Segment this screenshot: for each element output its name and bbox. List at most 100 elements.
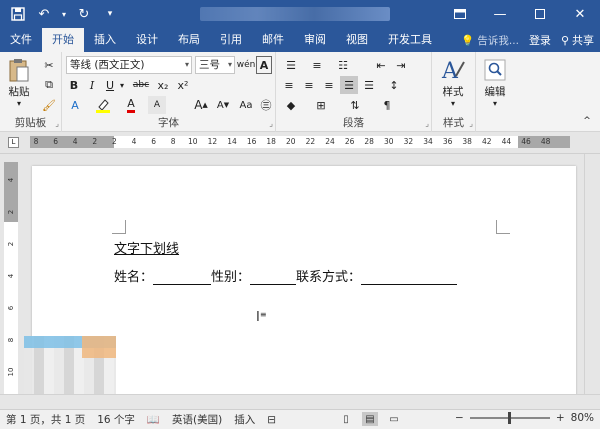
copy-icon[interactable]: ⧉ [40,76,58,94]
undo-icon[interactable]: ↶ [34,4,54,24]
tab-mailings[interactable]: 邮件 [252,28,294,52]
ribbon-display-icon[interactable] [440,0,480,28]
tab-file[interactable]: 文件 [0,28,42,52]
insert-mode[interactable]: 插入 [228,412,261,427]
tab-review[interactable]: 审阅 [294,28,336,52]
tab-view[interactable]: 视图 [336,28,378,52]
ruler-tick-label: 2 [92,137,98,146]
font-size-select[interactable]: 三号 ▾ [195,56,235,74]
vertical-scrollbar[interactable] [584,154,600,394]
minimize-icon[interactable]: — [480,0,520,28]
zoom-slider[interactable] [469,412,550,424]
shrink-font-button[interactable]: A ▼ [214,96,232,114]
character-shading-button[interactable]: A [148,96,166,114]
share-button[interactable]: ⚲ 共享 [561,32,594,48]
launcher-icon[interactable]: ⌟ [425,119,429,128]
paste-button[interactable]: 粘贴 ▾ [6,56,32,108]
increase-indent-icon[interactable]: ⇥ [392,56,410,74]
align-right-icon[interactable]: ≡ [320,76,338,94]
align-center-icon[interactable]: ≡ [300,76,318,94]
ruler-tick-label: 8 [33,137,39,146]
change-case-button[interactable]: Aa [236,96,256,114]
horizontal-ruler[interactable]: 8 6 4 2 2 4 6 8 10 12 14 16 18 20 22 24 26 28 30 32 34 36 38 42… [30,136,570,148]
chevron-down-icon: ▾ [184,60,189,69]
enclose-characters-icon[interactable]: ㊂ [258,96,274,114]
multilevel-list-icon[interactable]: ☷ [332,56,354,74]
ruler-tick-label: 34 [423,137,433,146]
format-painter-icon[interactable]: 🖌 [40,96,58,114]
vertical-ruler-tick-label: 10 [7,367,15,377]
underline-button[interactable]: U [102,76,118,94]
sort-icon[interactable]: ⇅ [344,96,366,114]
launcher-icon[interactable]: ⌟ [469,119,473,128]
contact-label: 联系方式： [296,270,362,285]
tab-references[interactable]: 引用 [210,28,252,52]
maximize-icon[interactable] [520,0,560,28]
ruler-tick-label: 14 [227,137,237,146]
distributed-icon[interactable]: ☰ [360,76,378,94]
page-count[interactable]: 第 1 页，共 1 页 [0,412,91,427]
close-icon[interactable]: ✕ [560,0,600,28]
chevron-down-icon: ▾ [227,60,232,69]
zoom-level[interactable]: 80% [571,412,594,424]
bold-button[interactable]: B [66,76,82,94]
character-border-button[interactable]: A [256,56,272,74]
launcher-icon[interactable]: ⌟ [269,119,273,128]
styles-button[interactable]: A 样式 ▾ [440,56,466,108]
chevron-down-icon[interactable]: ▾ [60,4,68,24]
language[interactable]: 英语(美国) [166,412,228,427]
numbering-icon[interactable]: ≡ [306,56,328,74]
vertical-ruler-tick-label: 4 [7,177,15,183]
shading-icon[interactable]: ◆ [280,96,302,114]
word-count[interactable]: 16 个字 [91,412,141,427]
italic-button[interactable]: I [84,76,100,94]
strikethrough-button[interactable]: abc [130,76,152,94]
chevron-down-icon: ▾ [16,99,21,108]
grow-font-button[interactable]: A ▲ [192,96,210,114]
decrease-indent-icon[interactable]: ⇤ [372,56,390,74]
window-title-blurred [200,7,390,21]
vertical-ruler[interactable]: 4 2 2 4 6 8 10 [4,162,18,402]
horizontal-scrollbar[interactable] [0,394,600,409]
proofing-icon[interactable]: 📖 [141,413,166,426]
tab-design[interactable]: 设计 [126,28,168,52]
subscript-button[interactable]: x₂ [154,76,172,94]
line-spacing-icon[interactable]: ↕ [384,76,404,94]
zoom-in-button[interactable]: + [556,412,565,424]
editing-button[interactable]: 编辑 ▾ [482,56,508,108]
customize-qat-icon[interactable]: ▾ [100,4,120,24]
tab-insert[interactable]: 插入 [84,28,126,52]
tab-layout[interactable]: 布局 [168,28,210,52]
group-label-font: 字体 [158,117,179,129]
tab-selector-icon[interactable]: L [8,137,19,148]
redo-icon[interactable]: ↻ [74,4,94,24]
ruler-tick-label: 44 [501,137,512,146]
web-layout-icon[interactable]: ▭ [386,412,402,426]
show-marks-icon[interactable]: ¶ [376,96,398,114]
chevron-down-icon[interactable]: ▾ [118,76,126,94]
macro-icon[interactable]: ⊟ [261,414,282,426]
text-effects-icon[interactable]: A [66,96,84,114]
launcher-icon[interactable]: ⌟ [55,119,59,128]
read-mode-icon[interactable]: ▯ [338,412,354,426]
vertical-ruler-tick-label: 4 [7,273,15,279]
align-left-icon[interactable]: ≡ [280,76,298,94]
highlight-icon[interactable] [94,96,112,114]
superscript-button[interactable]: x² [174,76,192,94]
crop-mark [496,220,510,234]
tab-developer[interactable]: 开发工具 [378,28,442,52]
collapse-ribbon-icon[interactable]: ^ [580,112,594,130]
bullets-icon[interactable]: ☰ [280,56,302,74]
login-link[interactable]: 登录 [529,32,551,48]
font-color-button[interactable]: A [122,96,140,114]
borders-icon[interactable]: ⊞ [310,96,332,114]
save-icon[interactable] [8,4,28,24]
cut-icon[interactable]: ✂ [40,56,58,74]
phonetic-guide-button[interactable]: wén [237,56,256,74]
tell-me-search[interactable]: 💡 告诉我... [461,33,519,48]
justify-icon[interactable]: ☰ [340,76,358,94]
font-name-select[interactable]: 等线 (西文正文) ▾ [66,56,192,74]
tab-home[interactable]: 开始 [42,28,84,52]
zoom-out-button[interactable]: − [455,412,464,424]
print-layout-icon[interactable]: ▤ [362,412,378,426]
